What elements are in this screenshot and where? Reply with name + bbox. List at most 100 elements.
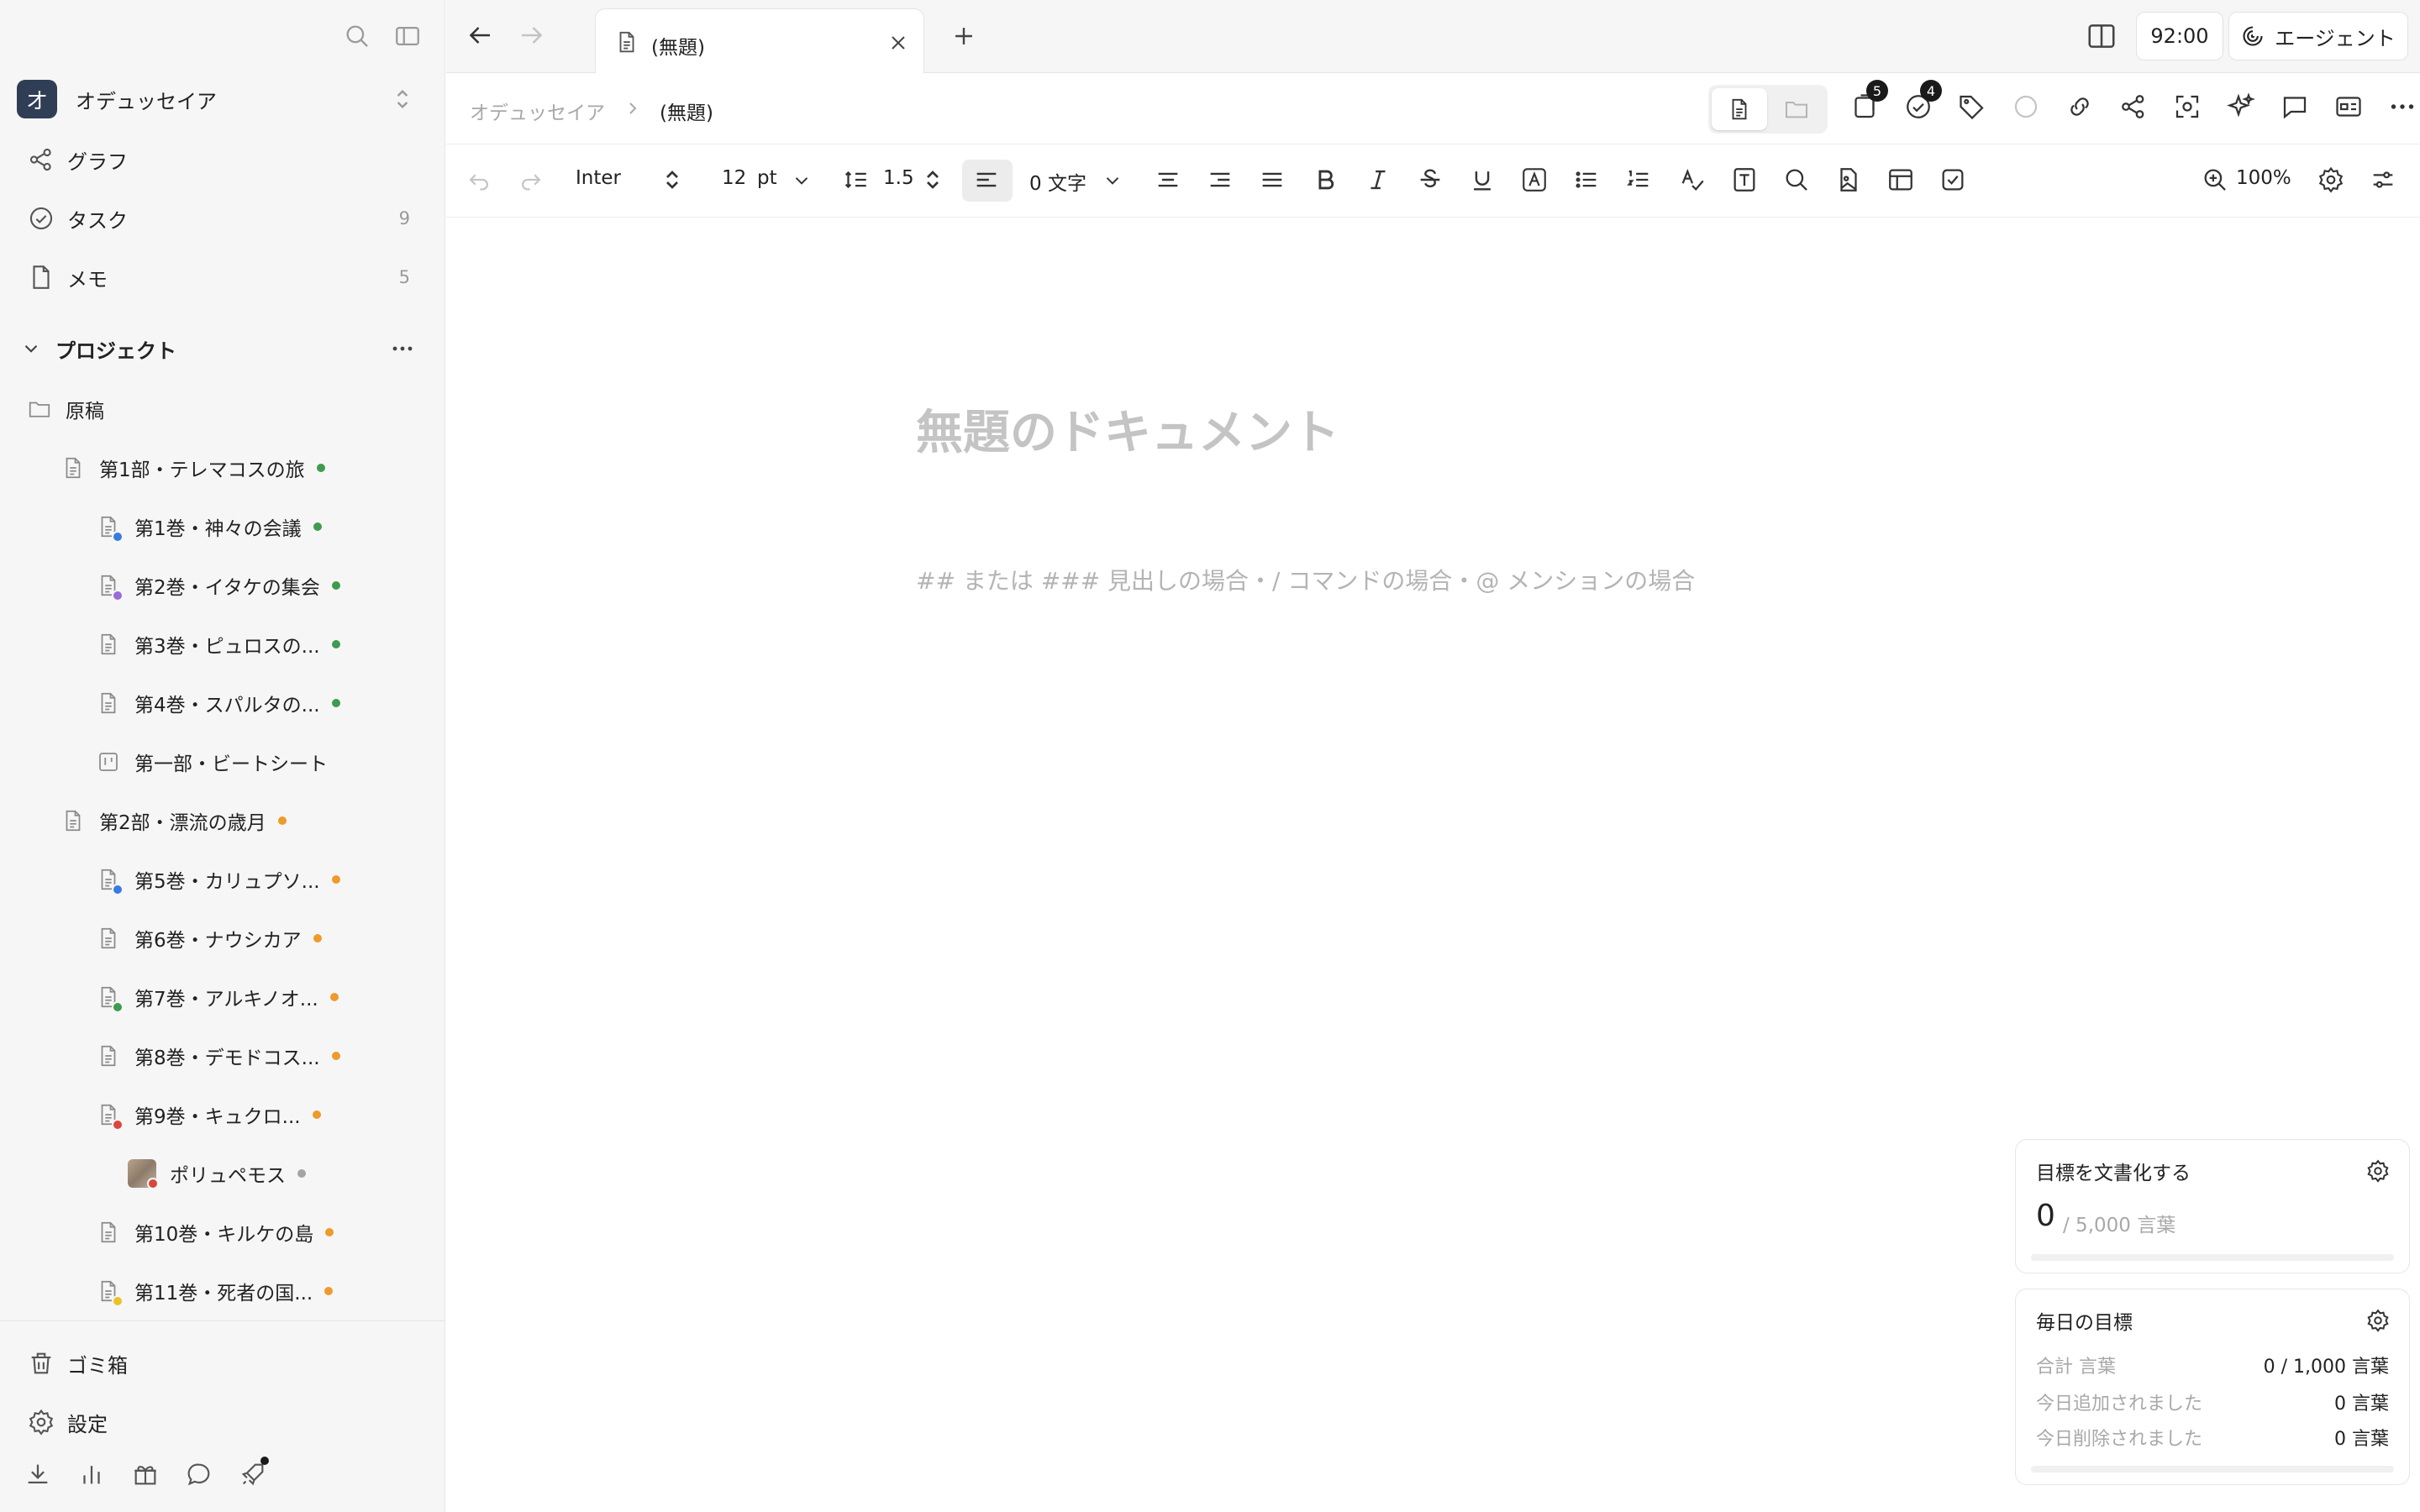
underline-icon[interactable] [1468, 165, 1497, 195]
sidebar-item-trash[interactable]: ゴミ箱 [27, 1342, 413, 1384]
checkbox-icon[interactable] [1939, 165, 1967, 195]
forward-arrow-icon[interactable] [517, 20, 547, 50]
numbered-list-icon[interactable] [1624, 165, 1653, 195]
format-toolbar: Inter 12 pt 1.5 0 文字 100% [446, 144, 2420, 218]
bold-icon[interactable] [1312, 165, 1340, 195]
more-icon[interactable] [2387, 92, 2417, 122]
align-center-icon[interactable] [1154, 165, 1182, 195]
gear-icon[interactable] [2317, 165, 2345, 195]
tree-item[interactable]: 第9巻・キュクロ... [96, 1094, 321, 1136]
tab-untitled[interactable]: (無題) [595, 8, 924, 74]
chevron-updown-icon[interactable] [922, 165, 944, 195]
text-color-icon[interactable] [1520, 165, 1549, 195]
focus-icon[interactable] [2172, 92, 2202, 122]
chat-icon[interactable] [185, 1460, 213, 1488]
sidebar-toggle-icon[interactable] [393, 22, 422, 50]
sidebar-item-settings[interactable]: 設定 [27, 1401, 413, 1443]
sidebar-item-tasks[interactable]: タスク 9 [27, 197, 413, 239]
link-icon[interactable] [2065, 92, 2095, 122]
tree-item[interactable]: 第8巻・デモドコス... [96, 1035, 340, 1077]
pages-icon[interactable]: 5 [1849, 80, 1888, 122]
task-check-icon [27, 204, 55, 233]
tree-item[interactable]: 第7巻・アルキノオ... [96, 976, 339, 1018]
back-arrow-icon[interactable] [465, 20, 495, 50]
font-size-value[interactable]: 12 [722, 167, 746, 189]
tree-item[interactable]: 第11巻・死者の国... [96, 1270, 334, 1312]
sidebar-item-graph[interactable]: グラフ [27, 139, 413, 181]
task-check-icon[interactable]: 4 [1903, 80, 1942, 122]
tree-item[interactable]: 第一部・ビートシート [96, 741, 328, 783]
document-icon [96, 865, 124, 895]
comment-icon[interactable] [2280, 92, 2310, 122]
gear-icon[interactable] [2365, 1308, 2391, 1333]
projects-section-header[interactable]: プロジェクト [20, 329, 420, 368]
graph-icon[interactable] [2118, 92, 2149, 122]
sidebar-item-notes[interactable]: メモ 5 [27, 256, 413, 298]
breadcrumb-current: (無題) [660, 102, 713, 124]
tree-item[interactable]: ポリュペモス [128, 1152, 306, 1194]
font-select[interactable]: Inter [576, 167, 621, 189]
chevron-down-icon[interactable] [1102, 165, 1123, 195]
add-tab-icon[interactable] [950, 22, 978, 50]
document-body-hint[interactable]: ## または ### 見出しの場合・/ コマンドの場合・@ メンションの場合 [916, 563, 1695, 596]
stats-icon[interactable] [77, 1460, 106, 1488]
undo-icon[interactable] [465, 165, 493, 195]
document-icon [96, 1218, 121, 1247]
sliders-icon[interactable] [2369, 165, 2397, 195]
word-count-select[interactable]: 0 文字 [1029, 167, 1086, 196]
folder-view-button[interactable] [1769, 88, 1824, 130]
search-icon[interactable] [1782, 165, 1811, 195]
zoom-icon[interactable] [2201, 165, 2229, 195]
more-icon[interactable] [388, 344, 417, 354]
gift-icon[interactable] [131, 1460, 160, 1488]
workspace-switcher[interactable]: オ オデュッセイア [17, 79, 420, 119]
chevron-down-icon[interactable] [20, 338, 42, 360]
search-icon[interactable] [343, 22, 371, 50]
strikethrough-icon[interactable] [1416, 165, 1444, 195]
align-left-icon[interactable] [972, 165, 1001, 195]
tree-item[interactable]: 第1巻・神々の会議 [96, 506, 322, 548]
document-icon [614, 28, 639, 56]
rocket-icon[interactable] [239, 1457, 269, 1488]
chevron-down-icon[interactable] [791, 165, 813, 195]
bullet-list-icon[interactable] [1572, 165, 1601, 195]
tree-item[interactable]: 第5巻・カリュプソ... [96, 858, 340, 900]
gear-icon[interactable] [2365, 1158, 2391, 1184]
tree-item-label: 第4巻・スパルタの... [134, 695, 320, 717]
table-icon[interactable] [1886, 165, 1915, 195]
text-box-icon[interactable] [1730, 165, 1759, 195]
document-view-button[interactable] [1712, 88, 1767, 130]
notification-dot [260, 1457, 269, 1465]
timer-button[interactable]: 92:00 [2136, 12, 2223, 60]
italic-icon[interactable] [1364, 165, 1392, 195]
line-height-value[interactable]: 1.5 [883, 167, 914, 189]
id-card-icon[interactable] [2333, 92, 2364, 122]
sparkle-icon[interactable] [2226, 92, 2256, 122]
status-circle-icon[interactable] [2011, 92, 2041, 122]
breadcrumb-project[interactable]: オデュッセイア [470, 97, 605, 125]
align-right-icon[interactable] [1206, 165, 1234, 195]
tree-item[interactable]: 第6巻・ナウシカア [96, 917, 322, 959]
redo-icon[interactable] [517, 165, 545, 195]
tree-item[interactable]: 第3巻・ピュロスの... [96, 623, 340, 665]
split-view-icon[interactable] [2086, 20, 2118, 52]
tree-item[interactable]: 第2巻・イタケの集会 [96, 564, 340, 606]
spellcheck-icon[interactable] [1678, 165, 1707, 195]
tree-item-label: 第11巻・死者の国... [134, 1283, 313, 1305]
chevron-updown-icon[interactable] [661, 165, 683, 195]
close-icon[interactable] [888, 33, 908, 53]
download-icon[interactable] [24, 1460, 52, 1488]
tab-title: (無題) [651, 37, 705, 59]
agent-button[interactable]: エージェント [2228, 12, 2408, 60]
image-file-icon[interactable] [1834, 165, 1863, 195]
tree-item[interactable]: 第2部・漂流の歳月 [60, 800, 287, 842]
zoom-value[interactable]: 100% [2236, 167, 2291, 189]
tree-item[interactable]: 原稿 [27, 388, 104, 430]
tree-item[interactable]: 第10巻・キルケの島 [96, 1211, 334, 1253]
tree-item[interactable]: 第1部・テレマコスの旅 [60, 447, 325, 489]
tag-icon[interactable] [1957, 92, 1987, 122]
document-title-placeholder[interactable]: 無題のドキュメント [916, 395, 1339, 463]
tree-item[interactable]: 第4巻・スパルタの... [96, 682, 340, 724]
align-justify-icon[interactable] [1258, 165, 1286, 195]
status-dot [331, 699, 340, 707]
